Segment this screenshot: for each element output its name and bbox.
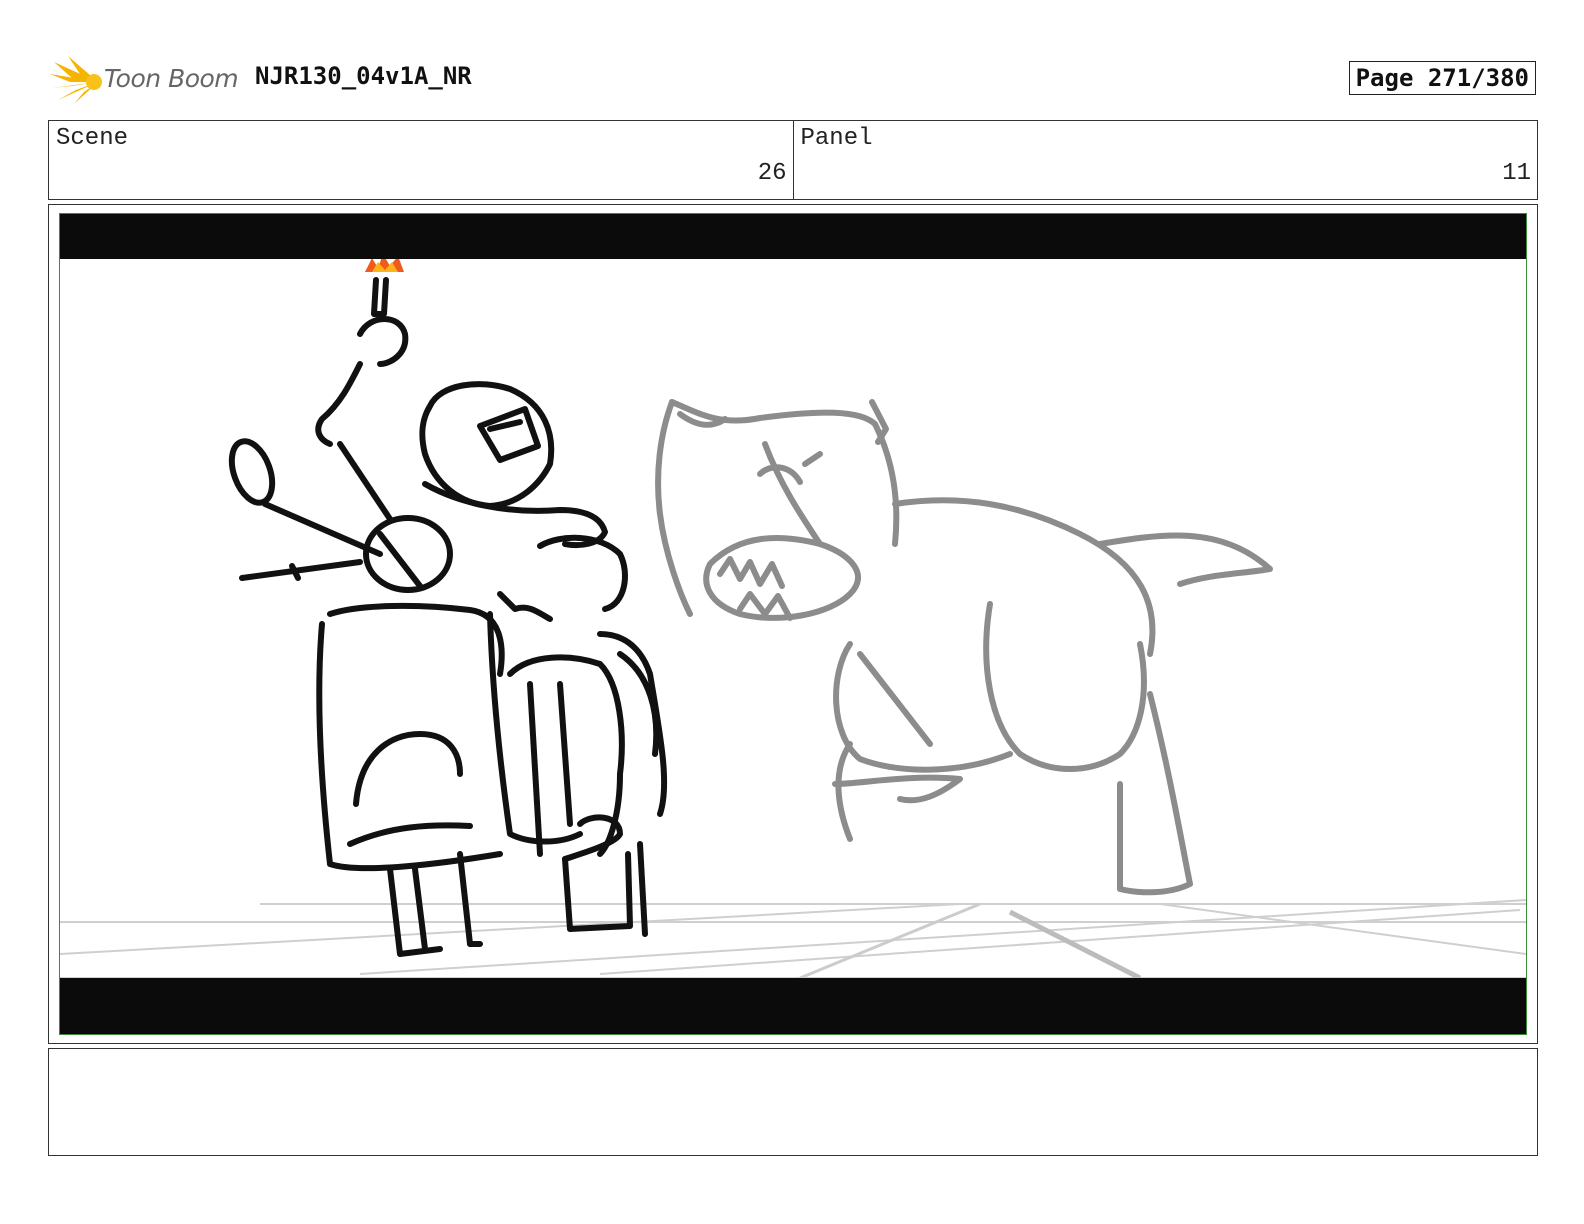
dialogue-notes-box [48, 1048, 1538, 1156]
scene-number: 26 [757, 160, 787, 187]
scene-panel-info: Scene 26 Panel 11 [48, 120, 1538, 200]
logo-wordmark: Toon Boom [104, 64, 239, 93]
floor-lines [60, 899, 1526, 979]
storyboard-panel-image [59, 213, 1527, 1035]
sketch-drawing [60, 214, 1526, 1034]
storyboard-frame [48, 204, 1538, 1044]
page-number: Page 271/380 [1348, 61, 1536, 95]
starburst-icon [50, 56, 102, 104]
letterbox-top [60, 214, 1526, 259]
page-header: Toon Boom NJR130_04v1A_NR Page 271/380 [50, 56, 1540, 106]
panel-label: Panel [800, 125, 873, 152]
panel-cell: Panel 11 [792, 121, 1538, 199]
panel-number: 11 [1502, 160, 1531, 187]
document-title: NJR130_04v1A_NR [255, 62, 472, 90]
scene-label: Scene [56, 125, 129, 152]
monster-sketch [655, 399, 1273, 896]
letterbox-bottom [60, 978, 1526, 1034]
toon-boom-logo: Toon Boom [50, 56, 240, 106]
rider-sketch [228, 277, 668, 957]
scene-cell: Scene 26 [49, 121, 793, 199]
